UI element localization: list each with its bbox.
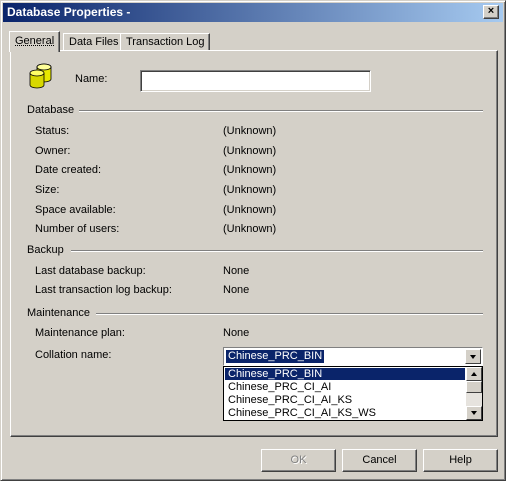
close-button[interactable]: × — [483, 5, 499, 19]
tab-general-label: General — [15, 35, 55, 47]
help-button[interactable]: Help — [423, 449, 498, 472]
window-title: Database Properties - — [7, 5, 131, 19]
tab-data-files-label: Data Files — [69, 36, 119, 48]
close-icon: × — [487, 5, 495, 17]
ok-button[interactable]: OK — [261, 449, 336, 472]
database-properties-dialog: Database Properties - × General Data Fil… — [0, 0, 506, 481]
general-tab-panel — [10, 50, 498, 437]
cancel-button[interactable]: Cancel — [342, 449, 417, 472]
tab-transaction-log-label: Transaction Log — [126, 36, 205, 48]
tab-general[interactable]: General — [9, 31, 61, 52]
title-bar[interactable]: Database Properties - × — [3, 3, 503, 22]
tab-data-files[interactable]: Data Files — [63, 33, 125, 51]
tab-transaction-log[interactable]: Transaction Log — [120, 33, 211, 51]
